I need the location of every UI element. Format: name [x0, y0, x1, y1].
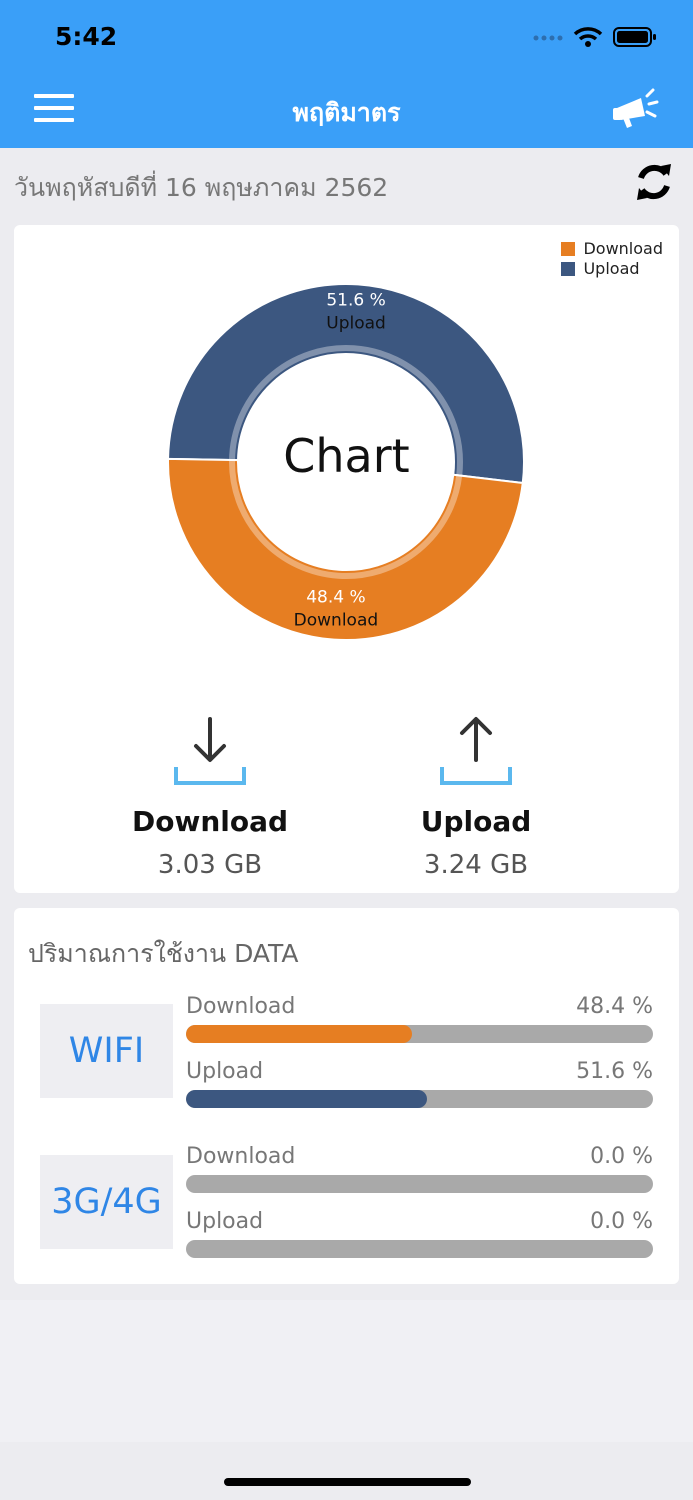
usage-card: ปริมาณการใช้งาน DATA WIFI Download 48.4 … [14, 908, 679, 1284]
cellular-download-percent: 0.0 % [590, 1144, 653, 1169]
status-icons [533, 26, 657, 48]
download-value: 3.03 GB [157, 850, 263, 880]
status-time: 5:42 [55, 22, 118, 51]
signal-icon [533, 35, 563, 41]
page-title: พฤติมาตร [292, 98, 401, 127]
upload-title: Upload [420, 805, 532, 838]
download-icon [174, 717, 246, 785]
refresh-icon[interactable] [633, 160, 675, 204]
wifi-upload-percent: 51.6 % [576, 1059, 653, 1084]
donut-name-label-upload: Upload [326, 313, 386, 333]
donut-percent-label-upload: 51.6 % [326, 290, 385, 310]
chart-legend: Download Upload [561, 239, 663, 279]
wifi-download-label: Download [186, 994, 296, 1019]
download-title: Download [131, 805, 289, 838]
cellular-upload-label: Upload [186, 1209, 264, 1234]
wifi-upload-label: Upload [186, 1059, 264, 1084]
donut-name-label-download: Download [294, 611, 379, 631]
usage-title: ปริมาณการใช้งาน DATA [28, 939, 299, 968]
wifi-icon [573, 27, 603, 47]
legend-item-download: Download [561, 239, 663, 259]
cellular-upload-stat: Upload 0.0 % [186, 1209, 653, 1258]
upload-summary: Upload 3.24 GB [376, 713, 576, 880]
wifi-label: WIFI [40, 1004, 173, 1098]
donut-percent-label-download: 48.4 % [306, 588, 365, 608]
date-label: วันพฤหัสบดีที่ 16 พฤษภาคม 2562 [14, 173, 389, 202]
wifi-download-fill [186, 1025, 413, 1043]
wifi-upload-fill [186, 1090, 427, 1108]
wifi-download-track [186, 1025, 653, 1043]
app-bar: 5:42 พฤติมาตร [0, 0, 693, 148]
wifi-upload-track [186, 1090, 653, 1108]
battery-icon [613, 27, 656, 47]
chart-card: Download Upload 51.6 % Upload 48.4 % Downlo… [14, 225, 679, 893]
cellular-label: 3G/4G [40, 1155, 173, 1249]
home-indicator[interactable] [224, 1478, 471, 1486]
cellular-download-label: Download [186, 1144, 296, 1169]
wifi-download-percent: 48.4 % [576, 994, 653, 1019]
legend-label-upload: Upload [583, 259, 640, 278]
cellular-download-stat: Download 0.0 % [186, 1144, 653, 1193]
cellular-upload-percent: 0.0 % [590, 1209, 653, 1234]
download-summary: Download 3.03 GB [110, 713, 310, 880]
legend-label-download: Download [583, 239, 663, 258]
legend-item-upload: Upload [561, 259, 663, 279]
upload-icon [440, 717, 512, 785]
legend-swatch-download [561, 242, 576, 256]
upload-value: 3.24 GB [423, 850, 529, 880]
megaphone-icon[interactable] [611, 88, 659, 130]
cellular-download-track [186, 1175, 653, 1193]
wifi-upload-stat: Upload 51.6 % [186, 1059, 653, 1108]
wifi-download-stat: Download 48.4 % [186, 994, 653, 1043]
chart-title: Chart [283, 429, 410, 483]
cellular-upload-track [186, 1240, 653, 1258]
bottom-area [0, 1300, 693, 1442]
legend-swatch-upload [561, 262, 576, 276]
